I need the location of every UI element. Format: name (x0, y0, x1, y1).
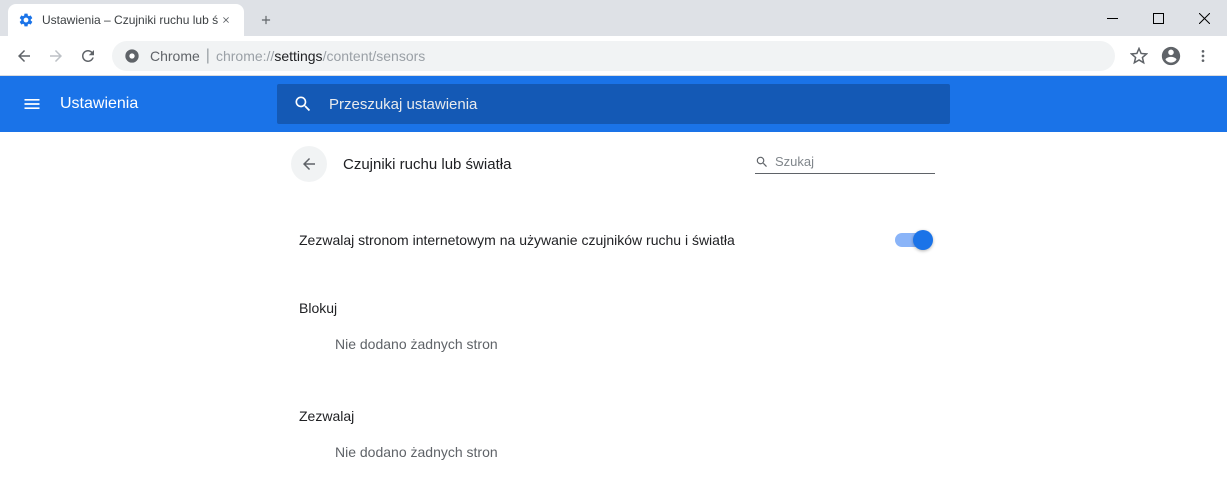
settings-search-input[interactable] (329, 96, 934, 113)
page-title: Czujniki ruchu lub światła (343, 156, 511, 173)
settings-panel: Czujniki ruchu lub światła Zezwalaj stro… (275, 132, 955, 472)
back-button[interactable] (10, 42, 38, 70)
address-bar[interactable]: Chrome | chrome://settings/content/senso… (112, 41, 1115, 71)
page-search-input[interactable] (775, 154, 951, 169)
gear-icon (18, 12, 34, 28)
page-search[interactable] (755, 154, 935, 174)
hamburger-icon[interactable] (8, 80, 56, 128)
titlebar: Ustawienia – Czujniki ruchu lub ś (0, 0, 1227, 36)
tab-title: Ustawienia – Czujniki ruchu lub ś (42, 13, 218, 27)
block-section-title: Blokuj (275, 280, 955, 324)
window-controls (1089, 0, 1227, 36)
close-window-button[interactable] (1181, 0, 1227, 36)
url-prefix: Chrome (150, 48, 200, 64)
settings-search[interactable] (277, 84, 950, 124)
chrome-icon (124, 48, 140, 64)
sensors-toggle-label: Zezwalaj stronom internetowym na używani… (299, 232, 895, 248)
browser-toolbar: Chrome | chrome://settings/content/senso… (0, 36, 1227, 76)
url-separator: | (206, 47, 210, 65)
sensors-toggle-row: Zezwalaj stronom internetowym na używani… (275, 216, 955, 264)
settings-header: Ustawienia (0, 76, 1227, 132)
menu-icon[interactable] (1187, 40, 1219, 72)
subheader: Czujniki ruchu lub światła (275, 132, 955, 196)
browser-tab[interactable]: Ustawienia – Czujniki ruchu lub ś (8, 4, 244, 36)
back-arrow-button[interactable] (291, 146, 327, 182)
app-title: Ustawienia (60, 95, 138, 113)
url-text: chrome://settings/content/sensors (216, 48, 425, 64)
reload-button[interactable] (74, 42, 102, 70)
account-icon[interactable] (1155, 40, 1187, 72)
new-tab-button[interactable] (252, 6, 280, 34)
search-icon (755, 155, 769, 169)
sensors-toggle[interactable] (895, 233, 931, 247)
close-icon[interactable] (218, 12, 234, 28)
forward-button[interactable] (42, 42, 70, 70)
minimize-button[interactable] (1089, 0, 1135, 36)
allow-section-title: Zezwalaj (275, 388, 955, 432)
allow-empty-message: Nie dodano żadnych stron (275, 432, 955, 472)
maximize-button[interactable] (1135, 0, 1181, 36)
star-icon[interactable] (1123, 40, 1155, 72)
block-empty-message: Nie dodano żadnych stron (275, 324, 955, 364)
search-icon (293, 94, 313, 114)
